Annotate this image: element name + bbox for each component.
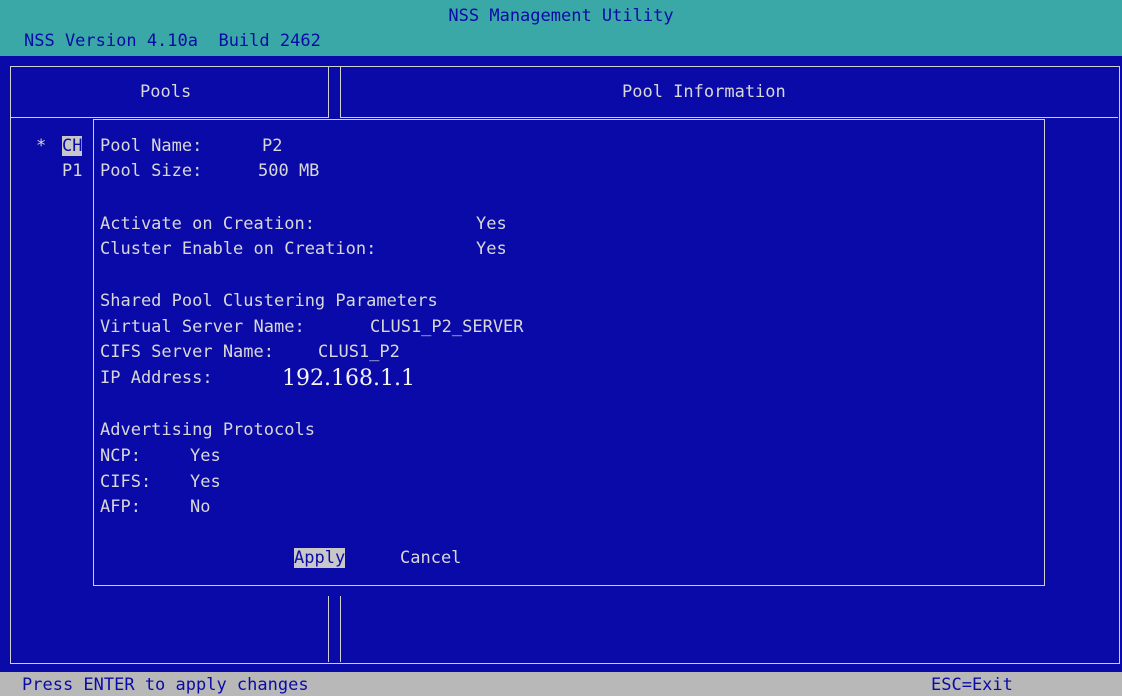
pool-name-label: Pool Name: xyxy=(100,136,203,156)
cluster-enable-value[interactable]: Yes xyxy=(476,239,507,259)
pool-list-item-p1[interactable]: P1 xyxy=(62,161,82,181)
activate-on-creation-value[interactable]: Yes xyxy=(476,214,507,234)
ip-address-label: IP Address: xyxy=(100,368,213,388)
cifs-value[interactable]: Yes xyxy=(190,472,221,492)
panel-divider-top-a xyxy=(328,66,329,118)
afp-value[interactable]: No xyxy=(190,497,210,517)
pool-size-label: Pool Size: xyxy=(100,161,203,181)
cifs-server-name-label: CIFS Server Name: xyxy=(100,342,274,362)
panel-divider-bottom-a xyxy=(328,596,329,662)
status-hint: Press ENTER to apply changes xyxy=(22,675,309,695)
activate-on-creation-label: Activate on Creation: xyxy=(100,214,315,234)
cluster-enable-label: Cluster Enable on Creation: xyxy=(100,239,377,259)
panel-divider-top-b xyxy=(340,66,341,118)
apply-button[interactable]: Apply xyxy=(294,548,346,568)
cifs-server-name-value[interactable]: CLUS1_P2 xyxy=(318,342,400,362)
header-divider-left xyxy=(10,117,328,118)
virtual-server-name-value[interactable]: CLUS1_P2_SERVER xyxy=(370,317,524,337)
pool-name-value[interactable]: P2 xyxy=(262,136,282,156)
pool-list-item-marker: * xyxy=(36,136,47,156)
status-bar: Press ENTER to apply changes ESC=Exit xyxy=(0,672,1122,696)
virtual-server-name-label: Virtual Server Name: xyxy=(100,317,305,337)
cancel-button[interactable]: Cancel xyxy=(400,548,461,568)
pool-list-item-ch[interactable]: CH xyxy=(62,136,83,156)
cifs-label: CIFS: xyxy=(100,472,152,492)
clustering-parameters-heading: Shared Pool Clustering Parameters xyxy=(100,291,438,311)
ip-address-value[interactable]: 192.168.1.1 xyxy=(282,366,415,391)
pool-size-value[interactable]: 500 MB xyxy=(258,161,319,181)
ncp-label: NCP: xyxy=(100,446,141,466)
pools-panel-title: Pools xyxy=(140,82,192,102)
esc-exit-hint[interactable]: ESC=Exit xyxy=(931,675,1013,695)
version-label: NSS Version 4.10a Build 2462 xyxy=(24,31,321,51)
panel-divider-bottom-b xyxy=(340,596,341,662)
title-bar: NSS Management Utility NSS Version 4.10a… xyxy=(0,0,1122,56)
advertising-protocols-heading: Advertising Protocols xyxy=(100,420,315,440)
app-title: NSS Management Utility xyxy=(448,6,674,26)
header-divider-right xyxy=(340,117,1118,118)
ncp-value[interactable]: Yes xyxy=(190,446,221,466)
afp-label: AFP: xyxy=(100,497,141,517)
pool-information-title: Pool Information xyxy=(622,82,786,102)
